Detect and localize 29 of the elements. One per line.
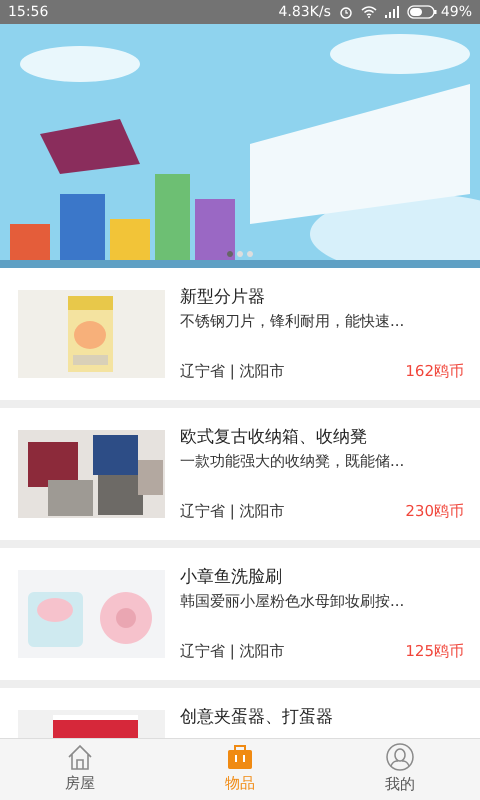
price-text: 125鸥币 xyxy=(405,640,464,662)
house-icon xyxy=(67,744,93,770)
price-text: 162鸥币 xyxy=(405,360,464,382)
network-speed-text: 4.83K/s xyxy=(278,2,331,22)
product-description: 一款功能强大的收纳凳，既能储... xyxy=(180,451,406,472)
product-card[interactable]: 新型分片器 不锈钢刀片，锋利耐用，能快速... 辽宁省 | 沈阳市 162鸥币 xyxy=(0,268,480,400)
signal-icon xyxy=(384,6,399,18)
product-title: 欧式复古收纳箱、收纳凳 xyxy=(180,426,368,448)
location-text: 辽宁省 | 沈阳市 xyxy=(180,500,285,522)
alarm-icon xyxy=(338,5,353,19)
location-text: 辽宁省 | 沈阳市 xyxy=(180,640,285,662)
battery-icon xyxy=(406,5,437,19)
wifi-icon xyxy=(360,6,377,18)
product-card[interactable]: 欧式复古收纳箱、收纳凳 一款功能强大的收纳凳，既能储... 辽宁省 | 沈阳市 230鸥币 xyxy=(0,408,480,540)
price-text: 230鸥币 xyxy=(405,500,464,522)
product-title: 新型分片器 xyxy=(180,286,266,308)
product-card[interactable]: 小章鱼洗脸刷 韩国爱丽小屋粉色水母卸妆刷按... 辽宁省 | 沈阳市 125鸥币 xyxy=(0,548,480,680)
product-description: 不锈钢刀片，锋利耐用，能快速... xyxy=(180,311,406,332)
product-title: 小章鱼洗脸刷 xyxy=(180,566,283,588)
nav-tab[interactable]: 房屋 xyxy=(0,739,160,800)
user-icon xyxy=(386,743,414,772)
briefcase-icon xyxy=(227,744,253,770)
clock-text: 15:56 xyxy=(8,2,48,22)
nav-tab[interactable]: 我的 xyxy=(320,739,480,800)
product-description: 韩国爱丽小屋粉色水母卸妆刷按... xyxy=(180,591,406,612)
battery-percent-text: 49% xyxy=(440,2,472,22)
product-card[interactable]: 创意夹蛋器、打蛋器 xyxy=(0,688,480,738)
location-text: 辽宁省 | 沈阳市 xyxy=(180,360,285,382)
product-title: 创意夹蛋器、打蛋器 xyxy=(180,706,334,728)
